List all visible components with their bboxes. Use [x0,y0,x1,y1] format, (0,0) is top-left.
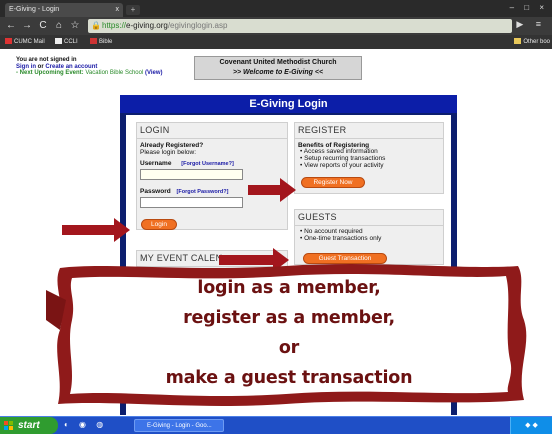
screenshot-root: E-Giving - Login x + – □ × ← → C ⌂ ☆ 🔒 ht… [0,0,552,434]
banner-text: login as a member, register as a member,… [46,273,532,393]
folder-icon [514,38,522,44]
back-arrow-icon[interactable]: ← [4,19,18,33]
banner-line-2: register as a member, [183,308,395,328]
new-tab-button[interactable]: + [126,5,140,15]
arrow-to-login [62,218,130,242]
lock-icon: 🔒 [91,21,101,30]
browser-titlebar: E-Giving - Login x + – □ × [0,0,552,17]
password-label: Password [140,188,171,195]
register-now-button[interactable]: Register Now [301,177,365,189]
banner-line-4: make a guest transaction [165,368,413,388]
egiving-title: E-Giving Login [120,95,457,113]
mail-icon [5,38,12,44]
start-label: start [18,420,40,431]
upcoming-event-name: Vacation Bible School [85,70,144,76]
login-heading: LOGIN [137,123,287,139]
list-item: View reports of your activity [300,162,443,170]
tab-title: E-Giving - Login [9,6,60,13]
tab-close-icon[interactable]: x [116,3,120,17]
bible-icon [90,38,97,44]
guests-panel: GUESTS No account required One-time tran… [294,209,444,265]
guests-list: No account required One-time transaction… [295,228,443,243]
bookmark-cumc-mail[interactable]: CUMC Mail [5,35,45,49]
already-registered: Already Registered? [140,142,204,149]
forgot-username-link[interactable]: [Forgot Username?] [181,161,234,167]
register-panel: REGISTER Benefits of Registering Access … [294,122,444,194]
register-heading: REGISTER [295,123,443,139]
benefits-list: Access saved information Setup recurring… [295,148,443,170]
quick-launch-icons[interactable]: ◐ ◉ ◍ [64,420,114,432]
church-name: Covenant United Methodist Church [219,59,337,66]
banner-line-3: or [278,338,300,358]
windows-flag-icon [4,421,13,430]
browser-menu-icons[interactable]: ▶ ≡ [516,19,546,30]
windows-taskbar: start ◐ ◉ ◍ E-Giving - Login - Goo... ◆ … [0,416,552,434]
taskbar-item-browser[interactable]: E-Giving - Login - Goo... [134,419,224,432]
url-domain: e-giving.org [126,21,168,30]
signin-link[interactable]: Sign in [16,64,36,70]
create-account-link[interactable]: Create an account [45,64,97,70]
list-item: One-time transactions only [300,235,443,243]
other-bookmarks[interactable]: Other boo [514,35,550,49]
signin-status: You are not signed in Sign in or Create … [16,57,163,77]
username-label-row: Username [Forgot Username?] [137,160,287,168]
tab-egiving-login[interactable]: E-Giving - Login x [5,3,123,17]
username-label: Username [140,160,172,167]
window-controls[interactable]: – □ × [510,3,548,12]
system-tray[interactable]: ◆ ◆ [510,417,552,434]
home-icon[interactable]: ⌂ [52,19,66,33]
bookmarks-bar: CUMC Mail CCLI Bible Other boo [0,35,552,49]
password-input[interactable] [140,197,243,208]
welcome-text: >> Welcome to E-Giving << [232,69,324,76]
url-scheme: https:// [102,21,127,30]
forgot-password-link[interactable]: [Forgot Password?] [177,189,229,195]
url-path: /egivinglogin.asp [167,21,228,30]
signin-or: or [37,63,44,70]
ccli-icon [55,38,62,44]
bookmark-ccli[interactable]: CCLI [55,35,78,49]
arrow-to-register [248,178,296,202]
view-event-link[interactable]: (View) [145,70,163,76]
login-button[interactable]: Login [141,219,177,230]
browser-toolbar: ← → C ⌂ ☆ 🔒 https://e-giving.org/egivingl… [0,17,552,35]
church-header: Covenant United Methodist Church >> Welc… [194,56,362,80]
please-login: Please login below: [140,149,197,156]
taskbar-item-label: E-Giving - Login - Goo... [147,423,212,429]
bookmark-bible[interactable]: Bible [90,35,112,49]
username-input[interactable] [140,169,243,180]
star-bookmark-icon[interactable]: ☆ [68,19,82,33]
upcoming-event-label: - Next Upcoming Event: [16,70,84,76]
forward-arrow-icon[interactable]: → [20,19,34,33]
guests-heading: GUESTS [295,210,443,226]
start-button[interactable]: start [0,417,58,434]
banner-line-1: login as a member, [197,278,381,298]
reload-icon[interactable]: C [36,19,50,33]
address-bar[interactable]: 🔒 https://e-giving.org/egivinglogin.asp [88,19,512,33]
